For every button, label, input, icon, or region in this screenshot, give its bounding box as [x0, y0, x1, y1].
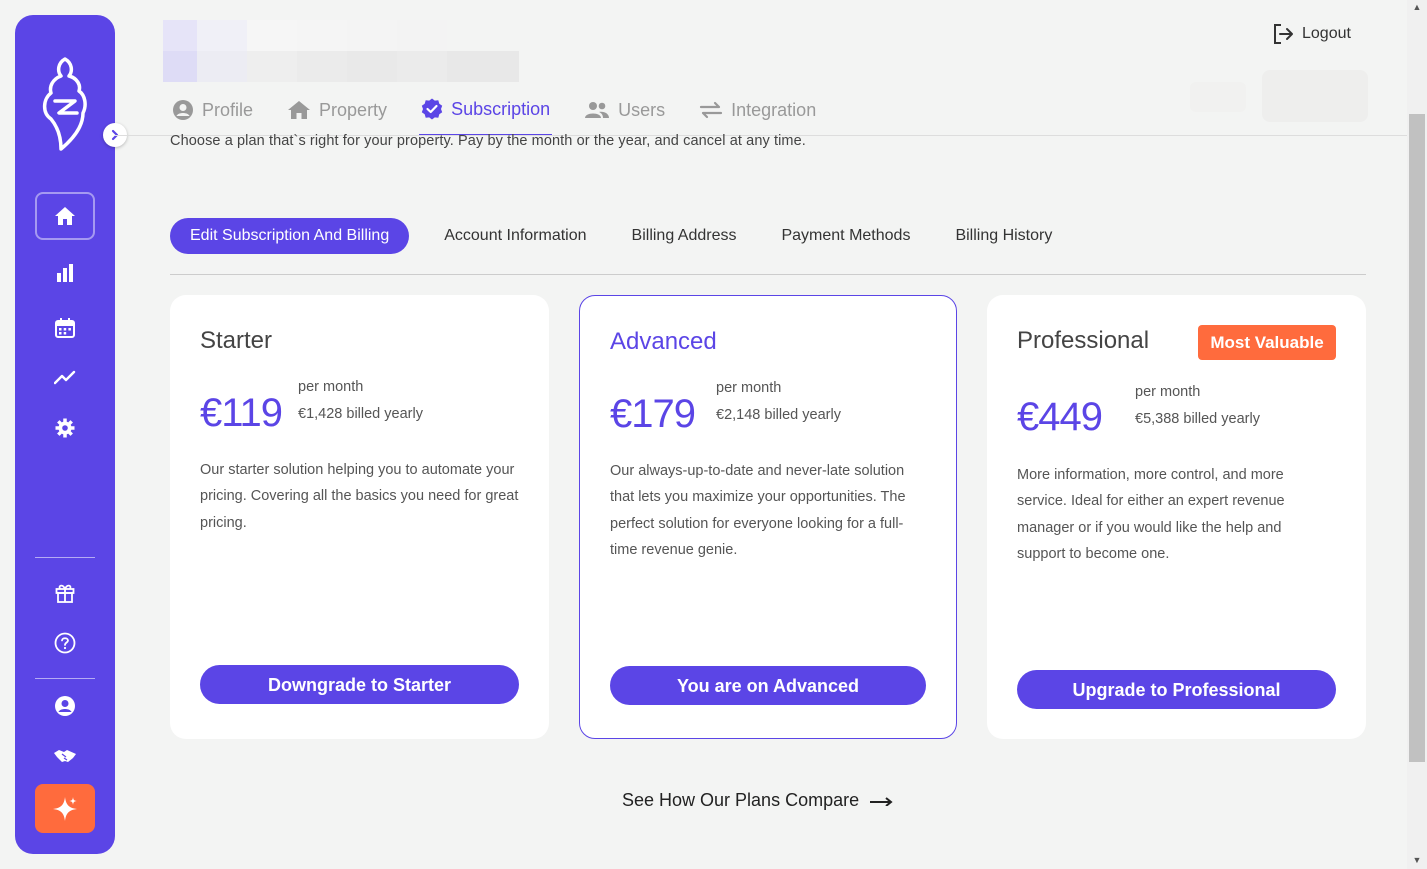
subtab-account-information[interactable]: Account Information [444, 227, 586, 245]
tab-subscription[interactable]: Subscription [419, 86, 553, 136]
plan-price: €449 [1017, 395, 1103, 439]
help-icon [54, 632, 76, 654]
swap-arrows-icon [700, 101, 723, 119]
upgrade-to-professional-button[interactable]: Upgrade to Professional [1017, 670, 1336, 709]
page-intro: Choose a plan that`s right for your prop… [170, 133, 806, 149]
downgrade-to-starter-button[interactable]: Downgrade to Starter [200, 665, 519, 704]
handshake-icon [54, 750, 76, 762]
plan-description: Our starter solution helping you to auto… [200, 462, 519, 531]
nav-home[interactable] [35, 192, 95, 240]
subtabs-divider [170, 274, 1366, 275]
plan-yearly-price: €2,148 billed yearly [716, 407, 841, 423]
house-icon [288, 101, 311, 119]
subtab-billing-history[interactable]: Billing History [955, 227, 1052, 245]
tab-integration[interactable]: Integration [697, 86, 818, 134]
scrollbar-thumb[interactable] [1409, 114, 1425, 762]
nav-partners[interactable] [35, 732, 95, 780]
header-placeholder [1262, 70, 1368, 122]
trend-line-icon [54, 370, 76, 385]
plan-period: per month [716, 380, 782, 396]
plan-price: €179 [610, 392, 696, 436]
tab-property[interactable]: Property [285, 86, 389, 134]
tab-label: Integration [731, 99, 817, 120]
plan-period: per month [1135, 384, 1201, 400]
plan-name: Advanced [610, 328, 717, 355]
tab-label: Users [618, 99, 666, 120]
nav-trends[interactable] [35, 353, 95, 401]
verified-badge-icon [421, 98, 443, 120]
logout-icon [1274, 24, 1293, 44]
ai-assistant-button[interactable] [35, 784, 95, 833]
scroll-up-arrow[interactable]: ▲ [1409, 0, 1425, 14]
plan-name: Professional [1017, 327, 1150, 354]
users-icon [585, 102, 610, 118]
bar-chart-icon [57, 264, 73, 282]
tab-label: Profile [202, 99, 254, 120]
billing-subtabs: Edit Subscription And Billing Account In… [170, 218, 1097, 254]
gear-icon [55, 418, 75, 438]
plan-card-professional: Professional Most Valuable €449 per mont… [987, 295, 1366, 739]
nav-help[interactable] [35, 619, 95, 667]
nav-calendar[interactable] [35, 304, 95, 352]
sparkle-icon [53, 796, 77, 821]
tab-profile[interactable]: Profile [170, 86, 255, 134]
subtab-payment-methods[interactable]: Payment Methods [781, 227, 910, 245]
scroll-down-arrow[interactable]: ▼ [1409, 853, 1425, 867]
most-valuable-badge: Most Valuable [1198, 325, 1336, 360]
plan-yearly-price: €5,388 billed yearly [1135, 411, 1260, 427]
logout-button[interactable]: Logout [1273, 24, 1351, 44]
calendar-icon [55, 318, 75, 338]
compare-plans-label: See How Our Plans Compare [622, 790, 860, 810]
user-account-icon [55, 696, 75, 716]
nav-analytics[interactable] [35, 249, 95, 297]
arrow-right-icon [870, 796, 893, 806]
current-plan-button[interactable]: You are on Advanced [610, 666, 926, 705]
blurred-property-name [163, 20, 519, 82]
plan-name: Starter [200, 327, 273, 354]
nav-account[interactable] [35, 682, 95, 730]
plan-card-advanced: Advanced €179 per month €2,148 billed ye… [579, 295, 957, 739]
plan-yearly-price: €1,428 billed yearly [298, 406, 423, 422]
compare-plans-link[interactable]: See How Our Plans Compare [622, 790, 893, 811]
logout-label: Logout [1302, 25, 1351, 42]
plan-description: More information, more control, and more… [1017, 467, 1285, 562]
tab-users[interactable]: Users [582, 86, 667, 134]
nav-gifts[interactable] [35, 569, 95, 617]
logo-icon [42, 57, 87, 151]
subtab-billing-address[interactable]: Billing Address [632, 227, 737, 245]
sidebar [15, 15, 127, 854]
header-placeholder [1190, 82, 1246, 112]
user-circle-icon [173, 100, 193, 120]
sidebar-divider [35, 557, 95, 558]
tab-label: Property [319, 99, 388, 120]
subtab-edit-subscription[interactable]: Edit Subscription And Billing [170, 218, 410, 254]
settings-tabs: Profile Property Subscription Users Inte… [170, 86, 848, 136]
gift-icon [55, 584, 75, 603]
plan-period: per month [298, 379, 364, 395]
plan-description: Our always-up-to-date and never-late sol… [610, 463, 906, 558]
plan-card-starter: Starter €119 per month €1,428 billed yea… [170, 295, 549, 739]
sidebar-divider [35, 678, 95, 679]
home-icon [55, 207, 75, 225]
nav-settings[interactable] [35, 404, 95, 452]
plan-price: €119 [200, 391, 283, 435]
tab-label: Subscription [451, 98, 551, 119]
